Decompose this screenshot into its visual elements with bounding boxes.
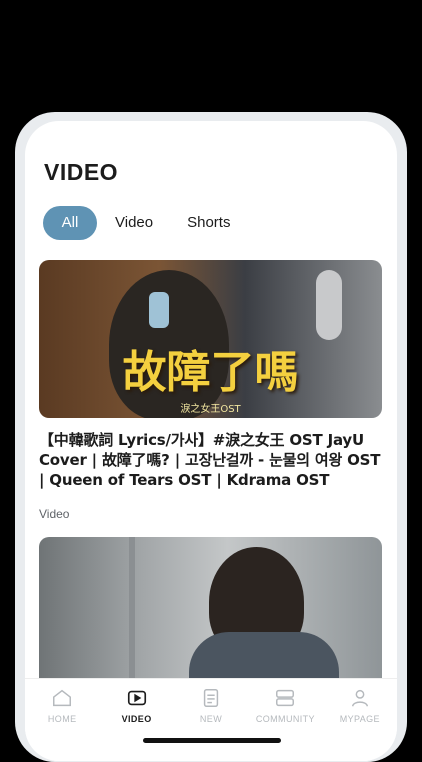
video-category: Video [39,507,70,521]
tab-shorts[interactable]: Shorts [170,206,247,240]
nav-mypage-label: MYPAGE [339,714,380,724]
video-thumbnail[interactable]: 故障了嗎 淚之女王OST [39,260,382,418]
home-indicator[interactable] [143,738,281,743]
nav-home[interactable]: HOME [25,679,99,761]
nav-home-label: HOME [47,714,77,724]
person-icon [351,689,368,707]
community-icon [276,689,295,707]
document-icon [203,689,219,707]
nav-video[interactable]: VIDEO [99,679,173,761]
video-icon [127,690,146,706]
video-thumbnail[interactable] [39,537,382,697]
nav-mypage[interactable]: MYPAGE [323,679,397,761]
page-title: VIDEO [44,159,119,185]
nav-community-label: COMMUNITY [255,714,315,724]
nav-community[interactable]: COMMUNITY [248,679,322,761]
tab-all[interactable]: All [43,206,97,240]
video-title[interactable]: 【中韓歌詞 Lyrics/가사】#淚之女王 OST JayU Cover | 故… [39,430,383,490]
nav-video-label: VIDEO [121,714,152,724]
home-icon [53,689,72,707]
nav-new-label: NEW [199,714,223,724]
nav-new[interactable]: NEW [174,679,248,761]
app-screen: VIDEO All Video Shorts 故障了嗎 淚之女王OST 【中韓歌… [25,121,397,761]
bottom-navigation: HOME VIDEO NEW COMMUNITY MYPAGE [25,678,397,761]
filter-tabs: All Video Shorts [43,206,247,240]
tab-video[interactable]: Video [98,206,170,240]
headphone-shape [149,292,169,328]
thumbnail-subcaption: 淚之女王OST [180,404,241,415]
microphone-shape [316,270,342,340]
thumbnail-caption: 故障了嗎 [122,347,299,398]
wall-divider [129,537,135,697]
